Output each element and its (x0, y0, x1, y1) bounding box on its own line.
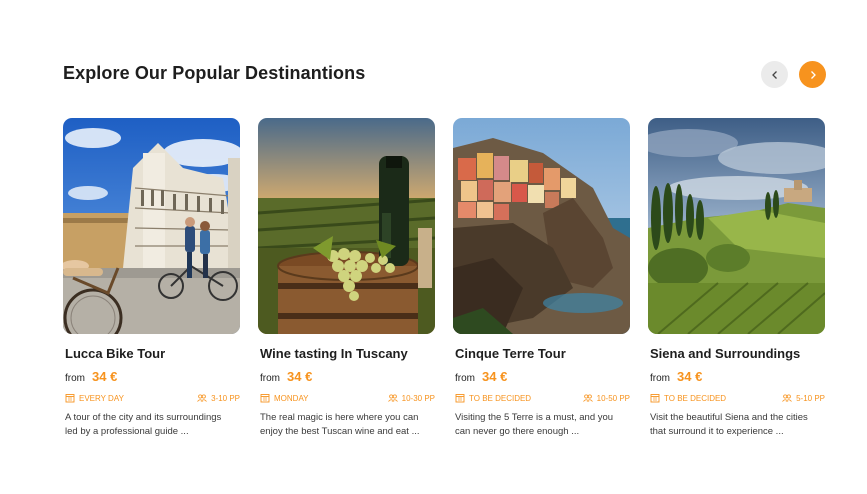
group-icon (387, 394, 398, 402)
group-size-label: 10-50 PP (596, 393, 630, 403)
description-line: led by a professional guide ... (65, 426, 189, 437)
card-title[interactable]: Wine tasting In Tuscany (260, 346, 435, 361)
description-line: that surround it to experience ... (650, 426, 784, 437)
cinque-terre-coastal-village-photo[interactable] (453, 118, 630, 334)
description-line: Visit the beautiful Siena and the cities (650, 412, 808, 423)
card-description: The real magic is here where you can enj… (260, 411, 437, 439)
price-value: 34 € (677, 369, 703, 384)
card-description: Visit the beautiful Siena and the cities… (650, 411, 827, 439)
description-line: enjoy the best Tuscan wine and eat ... (260, 426, 420, 437)
card-title[interactable]: Siena and Surroundings (650, 346, 825, 361)
group-size: 10-50 PP (582, 393, 630, 403)
chevron-right-icon (810, 70, 816, 79)
price-from-label: from (650, 373, 670, 384)
group-size: 3-10 PP (197, 393, 240, 403)
schedule: TO BE DECIDED (650, 393, 726, 403)
description-line: can never go there enough ... (455, 426, 580, 437)
tour-card-siena[interactable]: Siena and Surroundings from 34 € TO BE D… (648, 118, 825, 439)
schedule-label: TO BE DECIDED (469, 393, 532, 403)
group-size-label: 5-10 PP (796, 393, 825, 403)
meta-row: MONDAY 10-30 PP (260, 393, 435, 403)
group-icon (782, 394, 792, 402)
price-from-label: from (65, 373, 85, 384)
description-line: Visiting the 5 Terre is a must, and you (455, 412, 614, 423)
tour-card-list: Lucca Bike Tour from 34 € EVERY DAY 3-10… (63, 118, 825, 439)
meta-row: EVERY DAY 3-10 PP (65, 393, 240, 403)
calendar-icon (455, 394, 465, 403)
calendar-icon (65, 394, 75, 403)
card-description: A tour of the city and its surroundings … (65, 411, 242, 439)
price-row: from 34 € (455, 369, 630, 384)
calendar-icon (650, 394, 660, 403)
group-size: 10-30 PP (387, 393, 435, 403)
price-from-label: from (260, 373, 280, 384)
section-title: Explore Our Popular Destinantions (63, 63, 366, 83)
carousel-prev-button[interactable] (761, 61, 788, 88)
group-size: 5-10 PP (782, 393, 825, 403)
calendar-icon (260, 394, 270, 403)
price-row: from 34 € (65, 369, 240, 384)
price-row: from 34 € (650, 369, 825, 384)
price-value: 34 € (92, 369, 118, 384)
lucca-church-cyclists-photo[interactable] (63, 118, 240, 334)
price-row: from 34 € (260, 369, 435, 384)
description-line: The real magic is here where you can (260, 412, 419, 423)
group-icon (582, 394, 593, 402)
chevron-left-icon (771, 70, 777, 79)
tour-card-cinque-terre[interactable]: Cinque Terre Tour from 34 € TO BE DECIDE… (453, 118, 630, 439)
price-value: 34 € (287, 369, 313, 384)
card-title[interactable]: Lucca Bike Tour (65, 346, 240, 361)
group-size-label: 10-30 PP (401, 393, 435, 403)
tour-card-wine[interactable]: Wine tasting In Tuscany from 34 € MONDAY… (258, 118, 435, 439)
card-title[interactable]: Cinque Terre Tour (455, 346, 630, 361)
meta-row: TO BE DECIDED 10-50 PP (455, 393, 630, 403)
group-size-label: 3-10 PP (211, 393, 240, 403)
schedule: EVERY DAY (65, 393, 124, 403)
group-icon (197, 394, 207, 402)
wine-bottle-grapes-barrel-photo[interactable] (258, 118, 435, 334)
schedule-label: MONDAY (274, 393, 309, 403)
schedule-label: TO BE DECIDED (664, 393, 727, 403)
schedule-label: EVERY DAY (79, 393, 124, 403)
schedule: MONDAY (260, 393, 309, 403)
siena-countryside-cypress-photo[interactable] (648, 118, 825, 334)
meta-row: TO BE DECIDED 5-10 PP (650, 393, 825, 403)
carousel-next-button[interactable] (799, 61, 826, 88)
card-description: Visiting the 5 Terre is a must, and you … (455, 411, 632, 439)
schedule: TO BE DECIDED (455, 393, 531, 403)
description-line: A tour of the city and its surroundings (65, 412, 222, 423)
price-value: 34 € (482, 369, 508, 384)
price-from-label: from (455, 373, 475, 384)
tour-card-lucca[interactable]: Lucca Bike Tour from 34 € EVERY DAY 3-10… (63, 118, 240, 439)
